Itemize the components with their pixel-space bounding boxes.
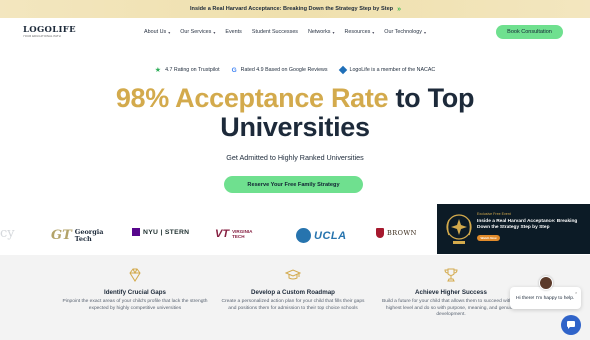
vt-mark: VT bbox=[215, 228, 230, 240]
announcement-bar[interactable]: Inside a Real Harvard Acceptance: Breaki… bbox=[0, 0, 590, 18]
chat-launcher-button[interactable] bbox=[561, 315, 581, 335]
university-logos: cy GT Georgia Tech NYU | STERN VT VIRGIN… bbox=[0, 222, 440, 248]
nav-item-networks[interactable]: Networks ▾ bbox=[308, 29, 334, 35]
hero-headline-line2: Universities bbox=[220, 112, 370, 142]
partial-university-logo: cy bbox=[0, 226, 15, 241]
feature-text: Create a personalized action plan for yo… bbox=[221, 299, 365, 311]
chevron-down-icon: ▾ bbox=[372, 29, 375, 35]
chat-message: Hi there! I'm happy to help. bbox=[516, 295, 575, 301]
diamond-icon bbox=[129, 268, 141, 282]
star-icon: ★ bbox=[154, 67, 162, 74]
feature-text: Pinpoint the exact areas of your child's… bbox=[62, 299, 208, 311]
nav-item-resources[interactable]: Resources ▾ bbox=[345, 29, 375, 35]
nyu-text: NYU | STERN bbox=[143, 228, 190, 236]
nyu-torch-icon bbox=[132, 228, 140, 236]
chat-agent-avatar bbox=[539, 276, 553, 290]
chat-icon bbox=[567, 321, 575, 329]
nav-item-events[interactable]: Events bbox=[225, 29, 241, 35]
trustpilot-badge[interactable]: ★ 4.7 Rating on Trustpilot bbox=[155, 66, 220, 74]
virginia-tech-logo: VT VIRGINIA TECH bbox=[215, 228, 252, 240]
logo[interactable]: LOGOLIFE YOUR EDUCATIONAL PATH bbox=[23, 25, 76, 42]
nacac-badge[interactable]: LogoLife is a member of the NACAC bbox=[338, 65, 435, 75]
trophy-icon bbox=[444, 268, 458, 282]
ucla-seal-icon bbox=[296, 228, 311, 243]
chevron-down-icon: ▾ bbox=[168, 29, 171, 35]
brown-text: BROWN bbox=[387, 229, 417, 237]
features-section: Identify Crucial Gaps Pinpoint the exact… bbox=[0, 255, 590, 340]
hero-subtitle: Get Admitted to Highly Ranked Universiti… bbox=[226, 153, 364, 162]
event-promo-card[interactable]: Exclusive Free Event Inside a Real Harva… bbox=[437, 204, 590, 254]
announcement-text[interactable]: Inside a Real Harvard Acceptance: Breaki… bbox=[190, 6, 393, 12]
logo-tagline: YOUR EDUCATIONAL PATH bbox=[23, 35, 61, 38]
laurel-badge-icon bbox=[446, 214, 472, 244]
hero-headline-gold: 98% Acceptance Rate bbox=[115, 83, 389, 113]
gt-line2: Tech bbox=[74, 234, 92, 243]
nyu-stern-logo: NYU | STERN bbox=[132, 228, 189, 236]
promo-title: Inside a Real Harvard Acceptance: Breaki… bbox=[477, 219, 578, 230]
gt-mark: GT bbox=[51, 228, 72, 243]
ucla-logo: UCLA bbox=[296, 228, 347, 243]
brown-shield-icon bbox=[376, 228, 384, 238]
feature-higher-success: Achieve Higher Success Build a future fo… bbox=[376, 267, 526, 319]
watch-now-button[interactable]: Watch Now bbox=[477, 235, 500, 241]
chevron-down-icon: ▾ bbox=[332, 29, 335, 35]
nav-item-our-technology[interactable]: Our Technology ▾ bbox=[384, 29, 426, 35]
nav-item-student-successes[interactable]: Student Successes bbox=[252, 29, 298, 35]
hero-headline: 98% Acceptance Rate to Top bbox=[0, 84, 590, 112]
vt-line2: TECH bbox=[232, 234, 245, 239]
trust-badges: ★ 4.7 Rating on Trustpilot G Rated 4.9 B… bbox=[0, 65, 590, 75]
graduation-cap-icon bbox=[285, 269, 301, 280]
feature-custom-roadmap: Develop a Custom Roadmap Create a person… bbox=[218, 267, 368, 312]
double-chevron-right-icon: » bbox=[397, 5, 401, 13]
nav-menu: About Us ▾ Our Services ▾ Events Student S… bbox=[144, 29, 426, 35]
chevron-down-icon: ▾ bbox=[213, 29, 216, 35]
chat-greeting-bubble[interactable]: Hi there! I'm happy to help. bbox=[510, 287, 581, 309]
ucla-text: UCLA bbox=[314, 229, 347, 242]
feature-title: Develop a Custom Roadmap bbox=[251, 289, 335, 296]
book-consultation-button[interactable]: Book Consultation bbox=[496, 25, 563, 39]
google-icon: G bbox=[231, 66, 237, 74]
hero-headline-dark: to Top bbox=[395, 83, 475, 113]
logo-text: LOGOLIFE bbox=[23, 25, 76, 35]
feature-identify-gaps: Identify Crucial Gaps Pinpoint the exact… bbox=[60, 267, 210, 312]
promo-eyebrow: Exclusive Free Event bbox=[477, 212, 511, 216]
nav-item-about-us[interactable]: About Us ▾ bbox=[144, 29, 170, 35]
feature-text: Build a future for your child that allow… bbox=[381, 299, 521, 317]
google-reviews-badge[interactable]: G Rated 4.9 Based on Google Reviews bbox=[232, 66, 328, 74]
chevron-down-icon: ▾ bbox=[423, 29, 426, 35]
nacac-icon bbox=[338, 65, 347, 75]
feature-title: Achieve Higher Success bbox=[415, 289, 487, 296]
brown-logo: BROWN bbox=[376, 228, 417, 238]
nav-item-our-services[interactable]: Our Services ▾ bbox=[180, 29, 215, 35]
close-icon[interactable]: × bbox=[575, 290, 577, 295]
reserve-strategy-button[interactable]: Reserve Your Free Family Strategy bbox=[224, 176, 363, 193]
main-nav: LOGOLIFE YOUR EDUCATIONAL PATH About Us ▾… bbox=[0, 18, 590, 48]
georgia-tech-logo: GT Georgia Tech bbox=[51, 228, 103, 243]
feature-title: Identify Crucial Gaps bbox=[104, 289, 166, 296]
